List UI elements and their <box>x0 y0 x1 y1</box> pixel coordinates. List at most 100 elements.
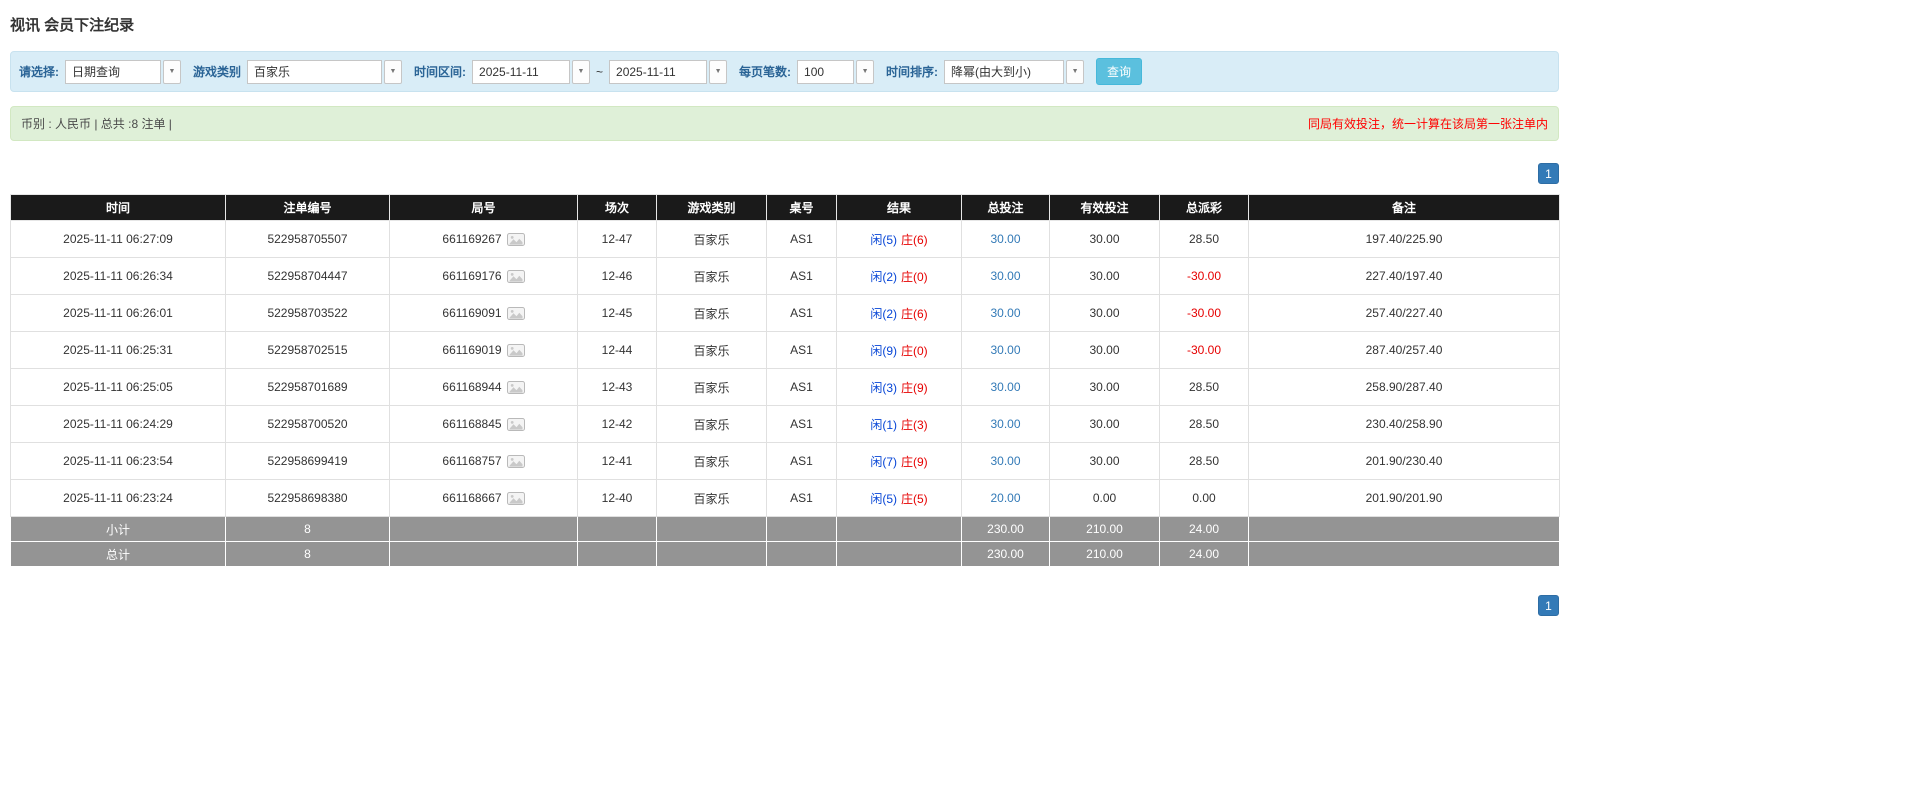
pagination-bottom: 1 <box>10 595 1559 616</box>
cell-total-bet: 20.00 <box>962 480 1050 517</box>
summary-payout: 24.00 <box>1160 542 1249 567</box>
total-bet-link[interactable]: 30.00 <box>990 232 1020 246</box>
total-bet-link[interactable]: 30.00 <box>990 380 1020 394</box>
game-type-value[interactable]: 百家乐 <box>247 60 382 84</box>
cell-valid-bet: 0.00 <box>1050 480 1160 517</box>
total-bet-link[interactable]: 30.00 <box>990 454 1020 468</box>
sort-select[interactable]: 降幂(由大到小) ▼ <box>944 60 1084 84</box>
cell-bet-id: 522958703522 <box>226 295 390 332</box>
cell-note: 257.40/227.40 <box>1249 295 1560 332</box>
date-to-input[interactable] <box>609 60 707 84</box>
time-range-group: 时间区间: ▼ ~ ▼ <box>414 60 727 84</box>
round-result-icon[interactable] <box>507 418 525 431</box>
cell-payout: 0.00 <box>1160 480 1249 517</box>
round-result-icon[interactable] <box>507 492 525 505</box>
summary-row: 小计8230.00210.0024.00 <box>11 517 1560 542</box>
round-id-text: 661168944 <box>442 380 501 394</box>
payout-value: -30.00 <box>1187 343 1221 357</box>
cell-bet-id: 522958701689 <box>226 369 390 406</box>
cell-total-bet: 30.00 <box>962 406 1050 443</box>
cell-game-type: 百家乐 <box>657 443 767 480</box>
round-result-icon[interactable] <box>507 344 525 357</box>
summary-empty-cell <box>1249 542 1560 567</box>
result-banker: 庄(9) <box>901 381 928 395</box>
chevron-down-icon[interactable]: ▼ <box>1066 60 1084 84</box>
pagination-page-button[interactable]: 1 <box>1538 595 1559 616</box>
cell-bet-id: 522958700520 <box>226 406 390 443</box>
cell-round-id: 661168944 <box>390 369 578 406</box>
cell-table-no: AS1 <box>767 443 837 480</box>
cell-result: 闲(1)庄(3) <box>837 406 962 443</box>
table-row: 2025-11-11 06:24:29522958700520661168845… <box>11 406 1560 443</box>
search-button[interactable]: 查询 <box>1096 58 1142 85</box>
chevron-down-icon[interactable]: ▼ <box>709 60 727 84</box>
cell-session: 12-42 <box>578 406 657 443</box>
cell-round-id: 661168667 <box>390 480 578 517</box>
cell-note: 230.40/258.90 <box>1249 406 1560 443</box>
pagination-page-button[interactable]: 1 <box>1538 163 1559 184</box>
cell-result: 闲(5)庄(5) <box>837 480 962 517</box>
total-bet-link[interactable]: 20.00 <box>990 491 1020 505</box>
round-result-icon[interactable] <box>507 270 525 283</box>
cell-note: 201.90/201.90 <box>1249 480 1560 517</box>
page-size-select[interactable]: ▼ <box>797 60 874 84</box>
cell-game-type: 百家乐 <box>657 258 767 295</box>
cell-bet-id: 522958705507 <box>226 221 390 258</box>
total-bet-link[interactable]: 30.00 <box>990 343 1020 357</box>
chevron-down-icon[interactable]: ▼ <box>856 60 874 84</box>
cell-round-id: 661168845 <box>390 406 578 443</box>
round-id-text: 661169267 <box>442 232 501 246</box>
summary-empty-cell <box>767 517 837 542</box>
total-bet-link[interactable]: 30.00 <box>990 269 1020 283</box>
cell-total-bet: 30.00 <box>962 258 1050 295</box>
cell-valid-bet: 30.00 <box>1050 443 1160 480</box>
result-player: 闲(2) <box>870 307 897 321</box>
cell-time: 2025-11-11 06:25:31 <box>11 332 226 369</box>
query-type-select[interactable]: 日期查询 ▼ <box>65 60 181 84</box>
date-to-picker[interactable]: ▼ <box>609 60 727 84</box>
round-result-icon[interactable] <box>507 455 525 468</box>
cell-result: 闲(7)庄(9) <box>837 443 962 480</box>
table-row: 2025-11-11 06:26:34522958704447661169176… <box>11 258 1560 295</box>
round-id-text: 661168667 <box>442 491 501 505</box>
result-player: 闲(9) <box>870 344 897 358</box>
result-banker: 庄(6) <box>901 233 928 247</box>
game-type-select[interactable]: 百家乐 ▼ <box>247 60 402 84</box>
summary-valid-bet: 210.00 <box>1050 542 1160 567</box>
filter-bar: 请选择: 日期查询 ▼ 游戏类别 百家乐 ▼ 时间区间: ▼ ~ ▼ <box>10 51 1559 92</box>
game-type-label: 游戏类别 <box>193 63 241 80</box>
query-type-value[interactable]: 日期查询 <box>65 60 161 84</box>
result-banker: 庄(0) <box>901 270 928 284</box>
round-result-icon[interactable] <box>507 307 525 320</box>
cell-result: 闲(2)庄(0) <box>837 258 962 295</box>
date-from-input[interactable] <box>472 60 570 84</box>
summary-payout: 24.00 <box>1160 517 1249 542</box>
total-bet-link[interactable]: 30.00 <box>990 417 1020 431</box>
round-result-icon[interactable] <box>507 233 525 246</box>
payout-value: 28.50 <box>1189 232 1219 246</box>
result-player: 闲(5) <box>870 492 897 506</box>
cell-result: 闲(2) 庄(6) <box>837 295 962 332</box>
cell-payout: 28.50 <box>1160 406 1249 443</box>
result-player: 闲(5) <box>870 233 897 247</box>
page-size-input[interactable] <box>797 60 854 84</box>
summary-empty-cell <box>390 517 578 542</box>
summary-empty-cell <box>837 542 962 567</box>
chevron-down-icon[interactable]: ▼ <box>572 60 590 84</box>
chevron-down-icon[interactable]: ▼ <box>384 60 402 84</box>
round-result-icon[interactable] <box>507 381 525 394</box>
cell-payout: -30.00 <box>1160 332 1249 369</box>
summary-count: 8 <box>226 517 390 542</box>
result-banker: 庄(6) <box>901 307 928 321</box>
cell-payout: 28.50 <box>1160 443 1249 480</box>
chevron-down-icon[interactable]: ▼ <box>163 60 181 84</box>
sort-value[interactable]: 降幂(由大到小) <box>944 60 1064 84</box>
cell-valid-bet: 30.00 <box>1050 406 1160 443</box>
total-bet-link[interactable]: 30.00 <box>990 306 1020 320</box>
column-header: 总投注 <box>962 195 1050 221</box>
cell-result: 闲(5) 庄(6) <box>837 221 962 258</box>
cell-session: 12-43 <box>578 369 657 406</box>
date-from-picker[interactable]: ▼ <box>472 60 590 84</box>
page-root: 视讯 会员下注纪录 请选择: 日期查询 ▼ 游戏类别 百家乐 ▼ 时间区间: ▼… <box>10 14 1559 616</box>
page-size-label: 每页笔数: <box>739 63 791 80</box>
